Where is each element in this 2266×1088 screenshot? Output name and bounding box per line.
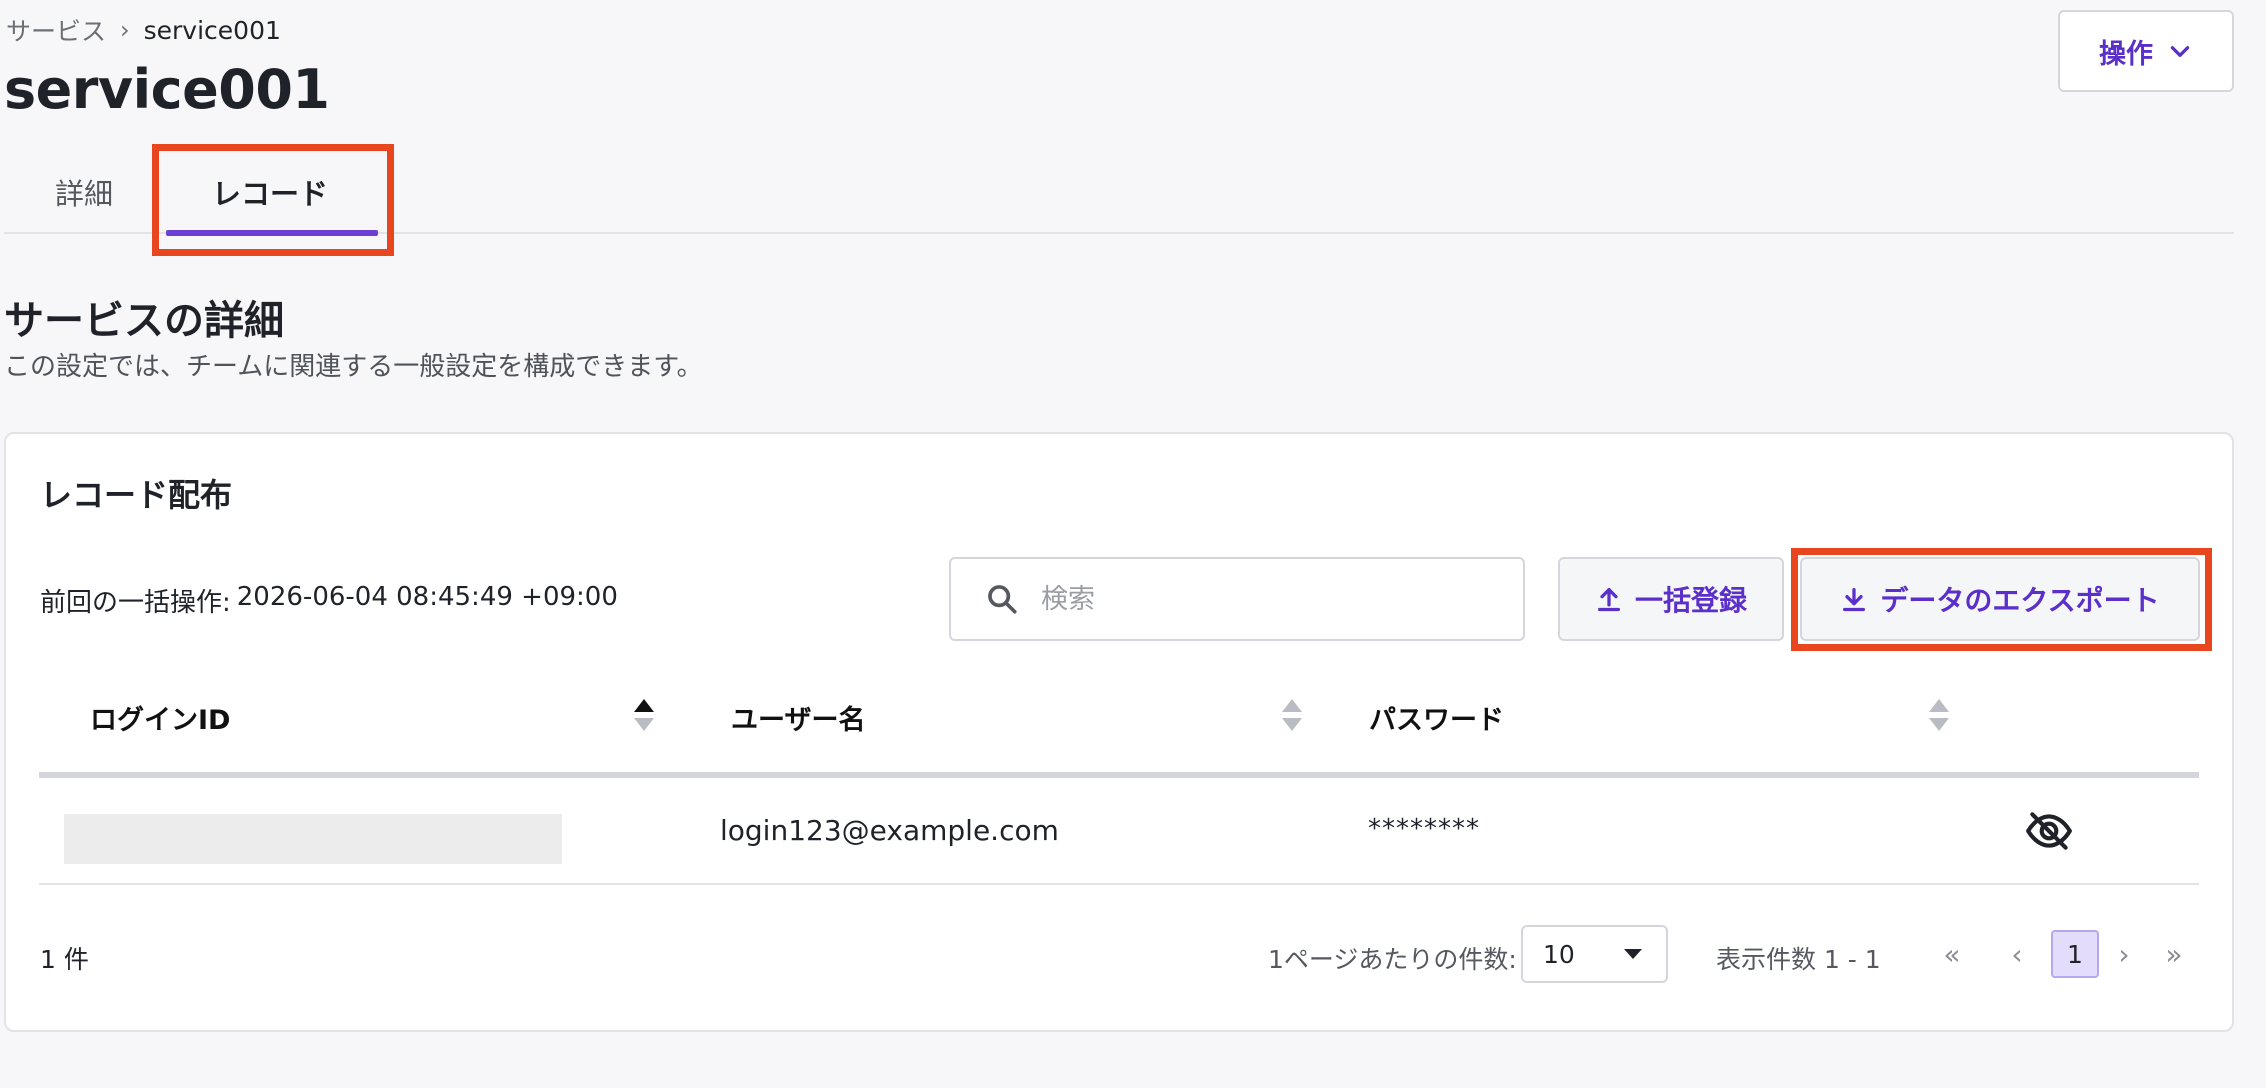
last-page-icon[interactable]: » xyxy=(2154,934,2194,974)
last-operation-label: 前回の一括操作: xyxy=(40,588,231,618)
breadcrumb-current: service001 xyxy=(143,15,281,45)
tab-details-label: 詳細 xyxy=(54,177,113,211)
table-row-divider xyxy=(39,883,2199,885)
upload-icon xyxy=(1598,588,1620,612)
breadcrumb: サービス › service001 xyxy=(6,12,281,48)
password-cell: ******** xyxy=(1368,814,1480,844)
next-page-icon[interactable]: › xyxy=(2104,934,2144,974)
last-operation-time: 2026-06-04 08:45:49 +09:00 xyxy=(236,582,618,612)
search-input[interactable] xyxy=(1041,583,1481,615)
actions-button-label: 操作 xyxy=(2099,38,2153,70)
highlight-box-records-tab xyxy=(152,144,394,256)
last-bulk-operation: 前回の一括操作: 2026-06-04 08:45:49 +09:00 xyxy=(40,582,618,619)
chevron-down-icon xyxy=(2170,46,2190,57)
card-title: レコード配布 xyxy=(40,476,233,514)
section-description: この設定では、チームに関連する一般設定を構成できます。 xyxy=(4,352,703,382)
per-page-select[interactable]: 10 xyxy=(1521,925,1668,983)
column-header-password[interactable]: パスワード xyxy=(1369,692,1504,742)
username-cell: login123@example.com xyxy=(720,814,1059,847)
chevron-right-icon: › xyxy=(120,16,130,44)
bulk-register-button[interactable]: 一括登録 xyxy=(1558,557,1784,641)
per-page-label: 1ページあたりの件数: xyxy=(1268,945,1517,974)
sort-icon[interactable] xyxy=(1928,697,1950,733)
page-title: service001 xyxy=(4,58,330,121)
sort-icon[interactable] xyxy=(1281,697,1303,733)
column-header-login-id[interactable]: ログインID xyxy=(90,692,230,742)
login-id-cell xyxy=(64,814,562,864)
tab-details[interactable]: 詳細 xyxy=(44,150,124,234)
previous-page-icon[interactable]: ‹ xyxy=(1997,934,2037,974)
display-range: 表示件数 1 - 1 xyxy=(1716,945,1881,974)
column-header-username[interactable]: ユーザー名 xyxy=(731,692,865,742)
table-header-divider xyxy=(39,772,2199,778)
eye-off-icon[interactable] xyxy=(2024,806,2074,856)
section-title: サービスの詳細 xyxy=(4,298,284,344)
bulk-register-label: 一括登録 xyxy=(1634,584,1747,617)
sort-ascending-icon[interactable] xyxy=(633,697,655,733)
highlight-box-export-button xyxy=(1791,548,2212,651)
records-card xyxy=(4,432,2234,1032)
first-page-icon[interactable]: « xyxy=(1932,934,1972,974)
actions-dropdown-button[interactable]: 操作 xyxy=(2058,10,2234,92)
per-page-value: 10 xyxy=(1543,939,1575,969)
page-button-current[interactable]: 1 xyxy=(2051,930,2099,978)
caret-down-icon xyxy=(1624,949,1642,959)
total-count: 1 件 xyxy=(40,945,89,974)
search-field[interactable] xyxy=(949,557,1525,641)
search-icon xyxy=(988,585,1017,614)
breadcrumb-link-services[interactable]: サービス xyxy=(6,12,106,48)
